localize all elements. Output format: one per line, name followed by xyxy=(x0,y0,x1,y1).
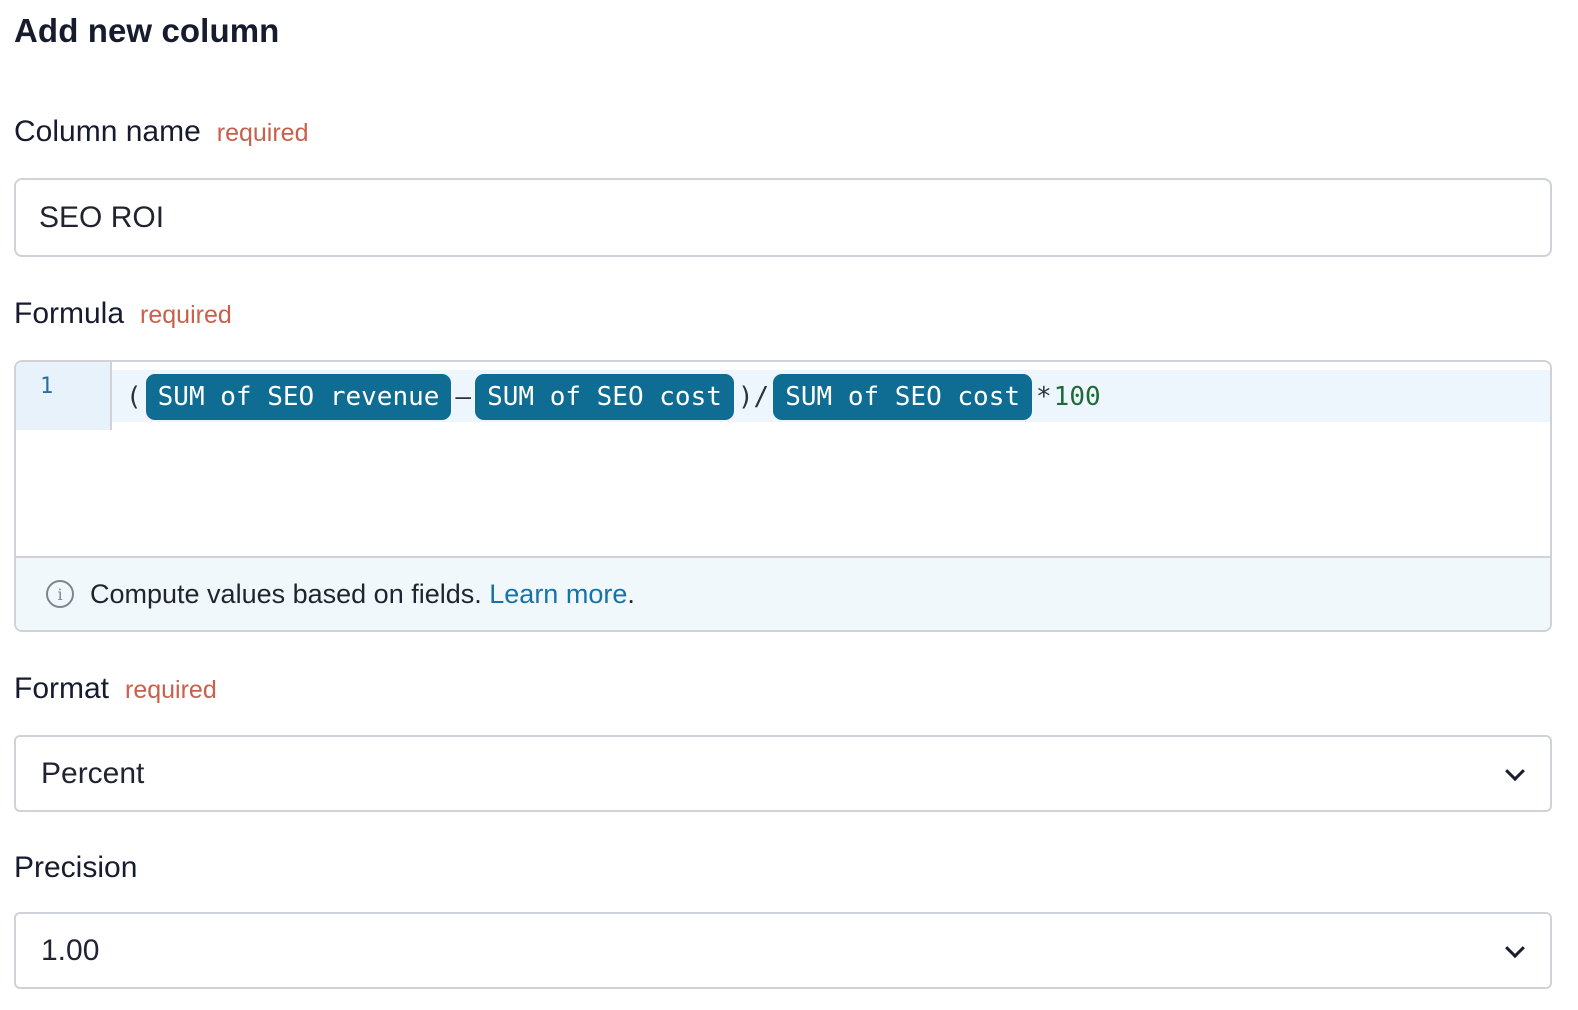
multiply-token: * xyxy=(1036,382,1052,412)
format-label-text: Format xyxy=(14,672,110,705)
column-name-input[interactable]: SEO ROI xyxy=(14,178,1552,257)
formula-required-tag: required xyxy=(140,301,232,329)
precision-label-text: Precision xyxy=(14,851,138,884)
field-chip-seo-cost[interactable]: SUM of SEO cost xyxy=(475,374,734,420)
precision-select[interactable]: 1.00 xyxy=(14,912,1552,989)
field-chip-seo-revenue[interactable]: SUM of SEO revenue xyxy=(145,374,452,420)
format-selected-value: Percent xyxy=(41,756,145,790)
formula-code-line[interactable]: ( SUM of SEO revenue – SUM of SEO cost )… xyxy=(124,374,1101,420)
format-label: Format required xyxy=(14,672,217,706)
minus-token: – xyxy=(455,382,472,412)
formula-editor[interactable]: 1 ( SUM of SEO revenue – SUM of SEO cost… xyxy=(14,360,1552,632)
precision-selected-value: 1.00 xyxy=(41,933,100,967)
number-token: 100 xyxy=(1053,382,1101,412)
hint-period: . xyxy=(627,578,635,609)
column-name-label: Column name required xyxy=(14,115,309,149)
format-select[interactable]: Percent xyxy=(14,735,1552,812)
learn-more-link[interactable]: Learn more xyxy=(489,579,627,610)
line-number-gutter: 1 xyxy=(16,362,112,430)
column-name-value: SEO ROI xyxy=(39,200,165,234)
formula-hint: i Compute values based on fields. Learn … xyxy=(16,556,1550,630)
close-div-token: )/ xyxy=(737,382,770,412)
column-name-label-text: Column name xyxy=(14,115,201,148)
field-chip-seo-cost-2[interactable]: SUM of SEO cost xyxy=(773,374,1033,420)
chevron-down-icon xyxy=(1505,937,1525,958)
open-paren-token: ( xyxy=(126,382,142,412)
line-number: 1 xyxy=(40,374,54,399)
format-required-tag: required xyxy=(125,676,217,704)
column-name-required-tag: required xyxy=(216,119,309,147)
info-icon: i xyxy=(46,580,74,608)
formula-label: Formula required xyxy=(14,297,232,331)
formula-label-text: Formula xyxy=(14,297,125,330)
hint-text: Compute values based on fields. xyxy=(90,578,482,609)
precision-label: Precision xyxy=(14,851,137,885)
chevron-down-icon xyxy=(1505,760,1525,781)
page-title: Add new column xyxy=(14,12,280,49)
